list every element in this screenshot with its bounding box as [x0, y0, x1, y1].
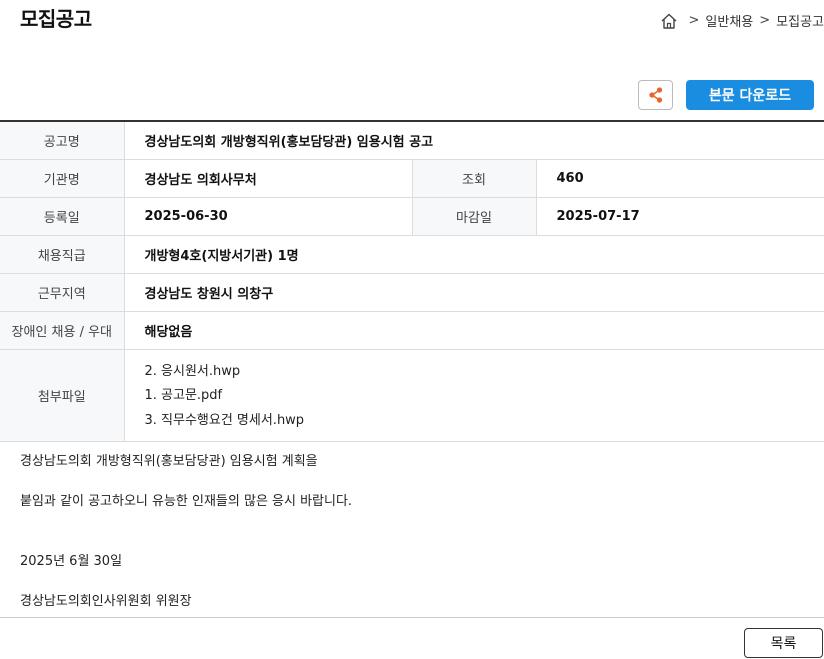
announcement-date: 2025년 6월 30일: [20, 554, 123, 569]
page-title: 모집공고: [20, 7, 92, 31]
breadcrumb-item-general[interactable]: 일반채용: [705, 11, 753, 30]
breadcrumb: > 일반채용 > 모집공고: [660, 11, 824, 30]
grade-label: 채용직급: [0, 235, 125, 274]
title-value: 경상남도의회 개방형직위(홍보담당관) 임용시험 공고: [124, 121, 824, 160]
deadline-value: 2025-07-17: [536, 197, 824, 236]
table-row: 근무지역 경상남도 창원시 의창구: [0, 273, 824, 312]
views-value: 460: [536, 159, 824, 198]
attachments-list: 2. 응시원서.hwp 1. 공고문.pdf 3. 직무수행요건 명세서.hwp: [124, 349, 824, 442]
deadline-label: 마감일: [412, 197, 537, 236]
breadcrumb-separator: >: [688, 13, 700, 28]
views-label: 조회: [412, 159, 537, 198]
registration-date-value: 2025-06-30: [124, 197, 413, 236]
table-row: 채용직급 개방형4호(지방서기관) 1명: [0, 235, 824, 274]
table-row: 등록일 2025-06-30 마감일 2025-07-17: [0, 197, 824, 236]
region-label: 근무지역: [0, 273, 125, 312]
breadcrumb-item-current: 모집공고: [776, 15, 824, 30]
breadcrumb-separator: >: [759, 13, 771, 28]
divider: [0, 617, 824, 618]
attachment-link[interactable]: 2. 응시원서.hwp: [145, 360, 824, 385]
announcement-signature: 경상남도의회인사위원회 위원장: [20, 594, 192, 609]
attachment-link[interactable]: 3. 직무수행요건 명세서.hwp: [145, 409, 824, 434]
table-row: 첨부파일 2. 응시원서.hwp 1. 공고문.pdf 3. 직무수행요건 명세…: [0, 349, 824, 442]
region-value: 경상남도 창원시 의창구: [124, 273, 824, 312]
title-label: 공고명: [0, 121, 125, 160]
table-row: 기관명 경상남도 의회사무처 조회 460: [0, 159, 824, 198]
home-icon[interactable]: [660, 12, 678, 30]
share-icon: [648, 87, 662, 103]
recruitment-info-table: 공고명 경상남도의회 개방형직위(홍보담당관) 임용시험 공고 기관명 경상남도…: [0, 120, 824, 442]
body-line: 붙임과 같이 공고하오니 유능한 인재들의 많은 응시 바랍니다.: [20, 494, 353, 509]
agency-value: 경상남도 의회사무처: [124, 159, 413, 198]
disability-value: 해당없음: [124, 311, 824, 350]
attachments-label: 첨부파일: [0, 349, 125, 442]
download-body-button[interactable]: 본문 다운로드: [686, 80, 814, 110]
attachment-link[interactable]: 1. 공고문.pdf: [145, 384, 824, 409]
share-button[interactable]: [638, 80, 673, 110]
list-button[interactable]: 목록: [744, 628, 823, 658]
body-line: 경상남도의회 개방형직위(홍보담당관) 임용시험 계획을: [20, 454, 318, 469]
table-row: 장애인 채용 / 우대 해당없음: [0, 311, 824, 350]
agency-label: 기관명: [0, 159, 125, 198]
grade-value: 개방형4호(지방서기관) 1명: [124, 235, 824, 274]
registration-date-label: 등록일: [0, 197, 125, 236]
action-bar: 본문 다운로드: [638, 80, 814, 110]
disability-label: 장애인 채용 / 우대: [0, 311, 125, 350]
table-row: 공고명 경상남도의회 개방형직위(홍보담당관) 임용시험 공고: [0, 121, 824, 160]
